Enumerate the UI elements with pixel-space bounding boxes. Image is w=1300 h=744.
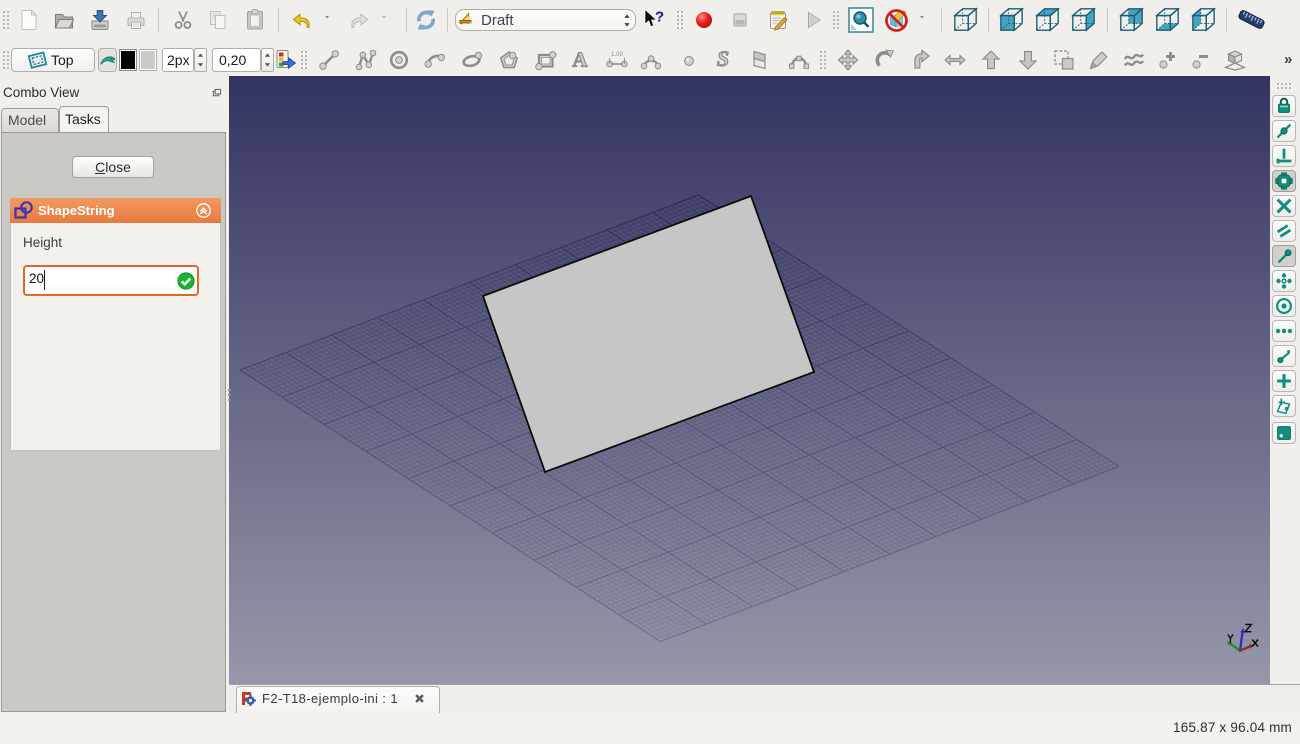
svg-text:1.00: 1.00 bbox=[611, 52, 623, 58]
svg-text:A: A bbox=[572, 48, 588, 72]
svg-text:S: S bbox=[717, 48, 729, 71]
svg-text:?: ? bbox=[655, 9, 664, 26]
